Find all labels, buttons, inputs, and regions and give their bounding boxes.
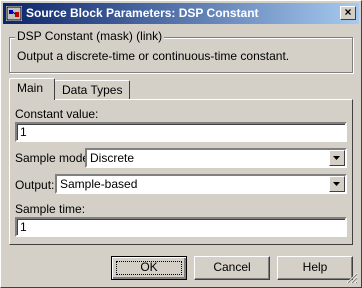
- close-icon: ×: [344, 5, 352, 19]
- sample-mode-value: Discrete: [90, 151, 135, 165]
- title-bar[interactable]: Source Block Parameters: DSP Constant ×: [3, 3, 359, 24]
- focus-rectangle: [116, 261, 182, 275]
- tab-data-types[interactable]: Data Types: [54, 80, 130, 100]
- tab-data-types-label: Data Types: [62, 83, 123, 97]
- ok-button[interactable]: OK: [111, 256, 187, 280]
- group-legend: DSP Constant (mask) (link): [15, 29, 165, 43]
- sample-mode-label: Sample mode:: [15, 151, 93, 165]
- output-select[interactable]: Sample-based: [55, 174, 347, 194]
- sample-time-input[interactable]: [15, 217, 347, 237]
- window-title: Source Block Parameters: DSP Constant: [26, 6, 259, 20]
- sample-mode-dropdown-button[interactable]: [329, 150, 345, 166]
- sample-time-label: Sample time:: [15, 202, 86, 216]
- block-description: Output a discrete-time or continuous-tim…: [17, 49, 290, 63]
- output-label: Output:: [15, 178, 55, 192]
- sample-mode-select[interactable]: Discrete: [85, 148, 347, 168]
- tab-main[interactable]: Main: [9, 78, 55, 100]
- help-button-label: Help: [302, 260, 328, 274]
- dialog-window: Source Block Parameters: DSP Constant × …: [0, 0, 362, 288]
- constant-value-input[interactable]: [15, 122, 347, 142]
- constant-value-label: Constant value:: [15, 107, 99, 121]
- chevron-down-icon: [333, 182, 340, 186]
- chevron-down-icon: [333, 156, 340, 160]
- output-value: Sample-based: [60, 177, 138, 191]
- tab-main-label: Main: [17, 81, 44, 95]
- help-button[interactable]: Help: [277, 256, 353, 280]
- cancel-button-label: Cancel: [213, 260, 251, 274]
- output-dropdown-button[interactable]: [329, 176, 345, 192]
- cancel-button[interactable]: Cancel: [194, 256, 270, 280]
- simulink-block-icon: [6, 6, 22, 21]
- resize-grip-icon[interactable]: [346, 272, 358, 284]
- close-button[interactable]: ×: [340, 5, 356, 20]
